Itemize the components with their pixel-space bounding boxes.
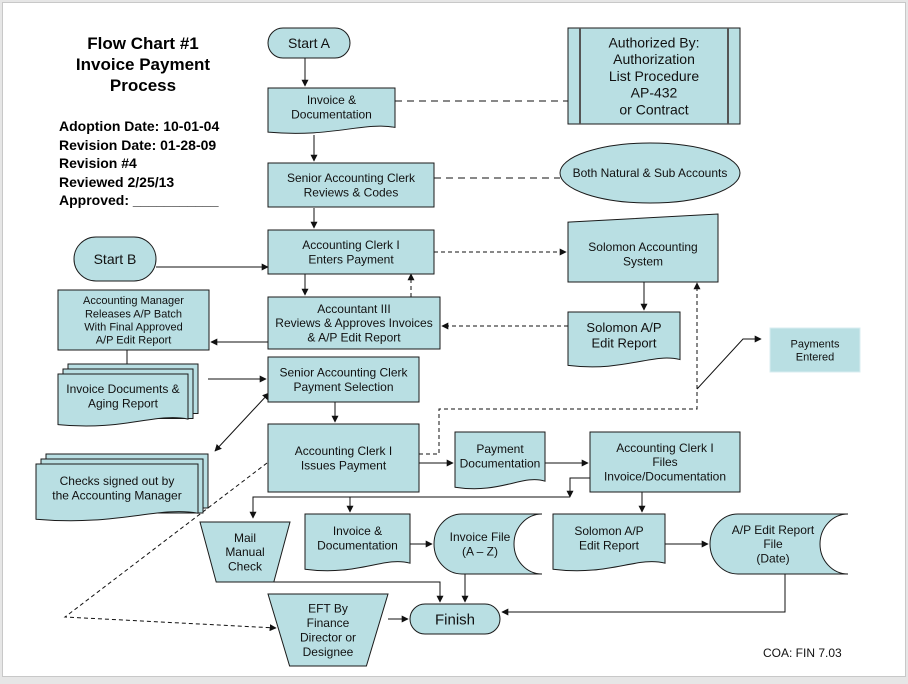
node-label: Start B (94, 251, 137, 267)
node-label: & A/P Edit Report (307, 331, 401, 345)
node-senior-clerk-reviews: Senior Accounting ClerkReviews & Codes (267, 162, 435, 208)
node-mail-check: MailManualCheck (199, 521, 291, 583)
node-label: Senior Accounting Clerk (279, 366, 408, 380)
node-label: the Accounting Manager (52, 488, 181, 502)
node-senior-clerk-selection: Senior Accounting ClerkPayment Selection (267, 356, 420, 403)
node-label: Accounting Clerk I (302, 238, 399, 252)
node-checks-signed: Checks signed out bythe Accounting Manag… (35, 453, 209, 522)
node-solomon-ap-report-2: Solomon A/PEdit Report (552, 513, 666, 572)
node-label: Invoice Documents & (66, 382, 179, 396)
node-label: Edit Report (579, 538, 640, 552)
connector-line (419, 282, 701, 455)
node-label: Enters Payment (308, 252, 394, 266)
node-accountant-iii: Accountant IIIReviews & Approves Invoice… (267, 296, 441, 350)
node-label: Payment Selection (293, 380, 393, 394)
node-label: Designee (303, 645, 354, 659)
node-label: Edit Report (591, 335, 656, 350)
node-label: Accountant III (317, 302, 390, 316)
node-label: Releases A/P Batch (85, 308, 182, 320)
node-clerk-issues: Accounting Clerk IIssues Payment (267, 423, 420, 493)
node-label: Accounting Clerk I (616, 441, 713, 455)
node-label: Invoice & (307, 93, 356, 107)
node-authorized-by: Authorized By:AuthorizationList Procedur… (567, 27, 741, 125)
node-acct-mgr-releases: Accounting ManagerReleases A/P BatchWith… (57, 289, 210, 351)
connector-line (696, 335, 762, 390)
node-label: Authorization (613, 51, 695, 67)
node-label: Invoice & (333, 524, 382, 538)
node-label: Senior Accounting Clerk (287, 171, 416, 185)
node-label: EFT By (308, 602, 348, 616)
node-label: AP-432 (631, 85, 678, 101)
connector-line (566, 477, 590, 498)
node-label: Accounting Clerk I (295, 444, 392, 458)
connector-line-bidirectional (214, 392, 270, 452)
node-invoice-doc-top: Invoice &Documentation (267, 87, 396, 134)
node-label: Documentation (317, 538, 398, 552)
node-eft: EFT ByFinanceDirector orDesignee (267, 593, 389, 667)
node-label: Both Natural & Sub Accounts (573, 166, 728, 180)
node-invoice-doc-bottom: Invoice &Documentation (304, 513, 411, 572)
node-payments-entered: PaymentsEntered (769, 327, 861, 373)
node-label: Payments (791, 338, 840, 350)
node-clerk-files: Accounting Clerk IFilesInvoice/Documenta… (589, 431, 741, 493)
node-label: Issues Payment (301, 458, 387, 472)
node-label: List Procedure (609, 68, 699, 84)
node-label: Finish (435, 611, 475, 628)
node-invoice-docs-aging: Invoice Documents &Aging Report (57, 363, 199, 427)
node-label: Reviews & Approves Invoices (275, 316, 432, 330)
node-label: Mail (234, 531, 256, 545)
node-label: Payment (476, 442, 524, 456)
node-invoice-file: Invoice File(A – Z) (433, 513, 543, 575)
node-solomon-ap-report: Solomon A/PEdit Report (567, 311, 681, 368)
node-label: Files (652, 455, 677, 469)
node-label: Finance (307, 616, 350, 630)
node-ap-report-file: A/P Edit ReportFile(Date) (709, 513, 849, 575)
node-start-b: Start B (73, 236, 157, 282)
node-label: A/P Edit Report (732, 523, 815, 537)
node-label: Documentation (460, 456, 541, 470)
node-payment-doc: PaymentDocumentation (454, 431, 546, 490)
node-label: Solomon A/P (574, 524, 643, 538)
node-label: System (623, 254, 663, 268)
node-label: Start A (288, 35, 331, 51)
node-start-a: Start A (267, 27, 351, 59)
node-label: Manual (225, 545, 264, 559)
slide-canvas: Flow Chart #1 Invoice Payment Process Ad… (2, 2, 906, 677)
node-clerk-enters: Accounting Clerk IEnters Payment (267, 229, 435, 275)
node-label: Documentation (291, 107, 372, 121)
node-label: Solomon Accounting (588, 240, 697, 254)
node-both-accounts: Both Natural & Sub Accounts (559, 142, 741, 204)
node-solomon-system: Solomon AccountingSystem (567, 213, 719, 283)
nodes: Start AInvoice &DocumentationAuthorized … (35, 27, 861, 667)
node-label: File (763, 537, 783, 551)
node-label: Solomon A/P (586, 320, 661, 335)
node-label: Accounting Manager (83, 295, 184, 307)
node-label: Aging Report (88, 396, 159, 410)
node-label: (A – Z) (462, 544, 498, 558)
node-finish: Finish (409, 603, 501, 635)
node-label: Director or (300, 630, 356, 644)
node-label: Invoice/Documentation (604, 470, 726, 484)
node-label: Checks signed out by (60, 474, 175, 488)
node-label: With Final Approved (84, 321, 182, 333)
node-label: Invoice File (450, 530, 511, 544)
connector-line (501, 574, 786, 616)
node-label: Reviews & Codes (304, 185, 399, 199)
node-label: Authorized By: (608, 34, 699, 50)
node-label: (Date) (756, 552, 789, 566)
node-label: or Contract (619, 102, 688, 118)
node-label: Check (228, 560, 263, 574)
node-label: A/P Edit Report (96, 335, 172, 347)
node-label: Entered (796, 351, 835, 363)
flowchart-diagram: Start AInvoice &DocumentationAuthorized … (35, 27, 861, 667)
